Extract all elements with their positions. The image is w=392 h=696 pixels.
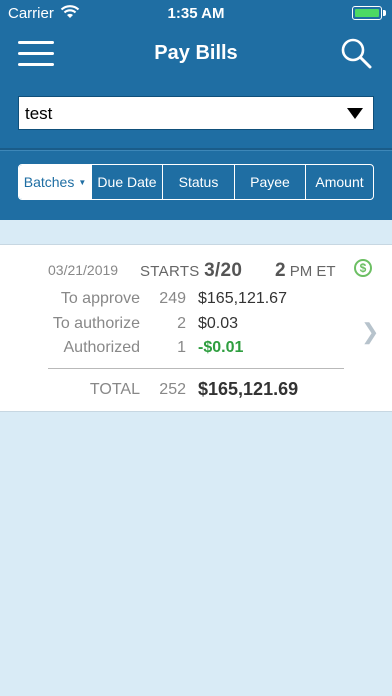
starts-label: STARTS bbox=[140, 263, 200, 280]
tab-batches[interactable]: Batches ▼ bbox=[19, 165, 91, 199]
status-bar: Carrier 1:35 AM bbox=[0, 0, 392, 28]
list-item: Authorized 1 -$0.01 bbox=[0, 339, 392, 361]
page-title: Pay Bills bbox=[154, 42, 238, 64]
dropdown-caret-icon bbox=[347, 108, 363, 119]
row-amount: $165,121.67 bbox=[198, 290, 287, 307]
total-label: TOTAL bbox=[89, 381, 140, 398]
total-amount: $165,121.69 bbox=[198, 379, 299, 399]
row-label: To approve bbox=[60, 290, 140, 307]
row-amount: $0.03 bbox=[198, 315, 239, 332]
sort-tabs: Batches ▼ Due Date Status Payee Amount bbox=[18, 164, 374, 200]
battery-icon bbox=[352, 6, 386, 20]
tab-amount[interactable]: Amount bbox=[305, 165, 373, 199]
filter-area: test Batches ▼ Due Date Status Payee Amou… bbox=[0, 78, 392, 220]
tab-label: Amount bbox=[315, 174, 364, 190]
row-count: 1 bbox=[177, 339, 186, 356]
chevron-right-icon: ❯ bbox=[361, 319, 380, 344]
list-item: To authorize 2 $0.03 bbox=[0, 315, 392, 337]
tab-payee[interactable]: Payee bbox=[234, 165, 305, 199]
dollar-icon: $ bbox=[354, 259, 372, 277]
batch-start-date: STARTS 3/20 bbox=[140, 260, 242, 282]
batch-start-time: 2 PM ET bbox=[275, 260, 336, 282]
starts-date: 3/20 bbox=[204, 260, 243, 281]
row-amount: -$0.01 bbox=[198, 339, 244, 356]
row-label: Authorized bbox=[63, 339, 141, 356]
total-count: 252 bbox=[159, 381, 186, 398]
list-item: To approve 249 $165,121.67 bbox=[0, 290, 392, 312]
row-count: 249 bbox=[159, 290, 186, 307]
start-hour: 2 bbox=[275, 260, 286, 281]
sort-indicator-icon: ▼ bbox=[78, 177, 87, 187]
divider-highlight bbox=[0, 150, 392, 151]
tab-label: Payee bbox=[250, 174, 290, 190]
batch-card[interactable]: 03/21/2019 STARTS 3/20 2 PM ET $ To appr… bbox=[0, 244, 392, 412]
search-icon[interactable] bbox=[340, 37, 372, 69]
account-select[interactable]: test bbox=[18, 96, 374, 130]
total-divider bbox=[48, 368, 344, 369]
start-suffix: PM ET bbox=[289, 263, 336, 280]
tab-label: Due Date bbox=[97, 174, 157, 190]
row-count: 2 bbox=[177, 315, 186, 332]
batch-date: 03/21/2019 bbox=[48, 262, 119, 278]
tab-due-date[interactable]: Due Date bbox=[91, 165, 162, 199]
tab-label: Batches bbox=[23, 174, 75, 190]
tab-status[interactable]: Status bbox=[162, 165, 234, 199]
nav-header: Pay Bills bbox=[0, 28, 392, 78]
account-select-value: test bbox=[25, 104, 53, 123]
row-label: To authorize bbox=[52, 315, 140, 332]
tab-label: Status bbox=[178, 174, 219, 190]
clock: 1:35 AM bbox=[167, 5, 225, 22]
